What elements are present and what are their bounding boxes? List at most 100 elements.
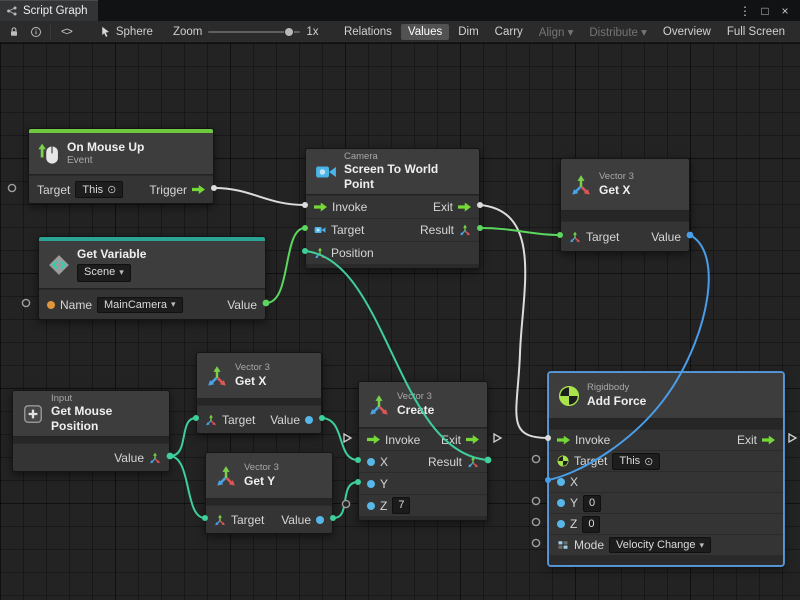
tab-script-graph[interactable]: Script Graph: [0, 0, 98, 21]
align-button[interactable]: Align ▾: [532, 23, 581, 41]
overview-button[interactable]: Overview: [656, 24, 718, 40]
wire-variable-to-target: [266, 228, 305, 303]
variable-scope-dropdown[interactable]: Scene ▾: [77, 264, 131, 282]
dim-button[interactable]: Dim: [451, 24, 485, 40]
node-header: Vector 3 Get X: [561, 159, 689, 211]
result-label: Result: [428, 455, 462, 469]
maximize-icon[interactable]: □: [756, 4, 774, 18]
node-get-y[interactable]: Vector 3 Get Y Target Value: [205, 452, 333, 534]
node-get-mouse-position[interactable]: Input Get Mouse Position Value: [12, 390, 170, 472]
zoom-slider-knob[interactable]: [284, 27, 294, 37]
exit-out-port[interactable]: [466, 435, 479, 444]
script-graph-window: Script Graph ⋮ □ × <> Sphere Zoom 1x Rel…: [0, 0, 800, 600]
target-this-dropdown[interactable]: This ⊙: [75, 181, 123, 198]
invoke-in-port[interactable]: [367, 435, 380, 444]
code-icon[interactable]: <>: [57, 26, 76, 38]
z-input[interactable]: 7: [392, 497, 410, 514]
invoke-in-port[interactable]: [314, 203, 327, 212]
y-label: Y: [380, 477, 388, 491]
scope-value: Scene: [84, 266, 115, 280]
fullscreen-button[interactable]: Full Screen: [720, 24, 792, 40]
menu-icon[interactable]: ⋮: [736, 4, 754, 18]
zoom-slider[interactable]: [208, 31, 300, 33]
node-header: Vector 3 Get X: [197, 353, 321, 399]
y-input[interactable]: 0: [583, 495, 601, 512]
port-ring[interactable]: [532, 497, 539, 504]
port-ring[interactable]: [532, 518, 539, 525]
y-in-port[interactable]: [557, 499, 565, 507]
node-create-vector3[interactable]: Vector 3 Create Invoke Exit X Result: [358, 381, 488, 521]
relations-button[interactable]: Relations: [337, 24, 399, 40]
zoom-value: 1x: [306, 26, 318, 38]
value-out-port[interactable]: [305, 416, 313, 424]
flow-port-triangle[interactable]: [789, 434, 796, 442]
close-icon[interactable]: ×: [776, 4, 794, 18]
variable-name-dropdown[interactable]: MainCamera ▾: [97, 297, 183, 313]
exit-out-port[interactable]: [762, 436, 775, 445]
node-on-mouse-up[interactable]: On Mouse Up Event Target This ⊙ Trigger: [28, 128, 214, 204]
flow-port-triangle[interactable]: [494, 434, 501, 442]
info-icon[interactable]: [28, 24, 44, 40]
node-title: On Mouse Up: [67, 140, 144, 155]
mode-label: Mode: [574, 538, 604, 552]
node-category: Input: [51, 393, 160, 405]
z-in-port[interactable]: [367, 502, 375, 510]
node-category: Camera: [344, 151, 470, 163]
node-add-force[interactable]: Rigidbody Add Force Invoke Exit Target T…: [548, 372, 784, 566]
wire-mousepos-to-gety: [170, 456, 205, 518]
x-in-port[interactable]: [367, 458, 375, 466]
graph-canvas[interactable]: On Mouse Up Event Target This ⊙ Trigger: [0, 43, 800, 600]
value-label: Value: [270, 413, 300, 427]
target-this-value: This: [82, 184, 103, 196]
port-ring[interactable]: [8, 184, 15, 191]
graph-owner[interactable]: Sphere: [100, 26, 153, 38]
node-row: Name MainCamera ▾ Value: [39, 289, 265, 319]
carry-button[interactable]: Carry: [488, 24, 530, 40]
value-label: Value: [114, 451, 144, 465]
wire-gety-value-to-create-y: [333, 482, 358, 518]
lock-icon[interactable]: [6, 24, 22, 40]
wire-exit-to-addforce-invoke: [480, 205, 548, 438]
node-header: Vector 3 Get Y: [206, 453, 332, 499]
z-in-port[interactable]: [557, 520, 565, 528]
invoke-in-port[interactable]: [557, 436, 570, 445]
x-in-port[interactable]: [557, 478, 565, 486]
target-label: Target: [222, 413, 255, 427]
position-label: Position: [331, 246, 374, 260]
object-picker-icon: ⊙: [644, 455, 653, 468]
node-get-variable[interactable]: Get Variable Scene ▾ Name MainCamera ▾ V…: [38, 236, 266, 320]
node-get-x-top[interactable]: Vector 3 Get X Target Value: [560, 158, 690, 252]
port-ring[interactable]: [22, 299, 29, 306]
port-ring[interactable]: [532, 455, 539, 462]
distribute-button[interactable]: Distribute ▾: [582, 23, 654, 41]
exit-out-port[interactable]: [458, 203, 471, 212]
vector3-icon: [368, 394, 390, 416]
flow-port-triangle[interactable]: [344, 434, 351, 442]
mode-dropdown[interactable]: Velocity Change ▾: [609, 537, 711, 553]
node-header: On Mouse Up Event: [29, 133, 213, 175]
node-row: Target Value: [561, 221, 689, 251]
vector3-type-icon: [569, 231, 581, 243]
y-in-port[interactable]: [367, 480, 375, 488]
port-ring[interactable]: [342, 500, 349, 507]
node-screen-to-world-point[interactable]: Camera Screen To World Point Invoke Exit…: [305, 148, 480, 269]
node-row: Value: [13, 443, 169, 471]
node-title: Get Mouse Position: [51, 404, 160, 434]
node-title: Create: [397, 403, 434, 418]
value-out-port[interactable]: [316, 516, 324, 524]
enum-type-icon: [557, 539, 569, 551]
target-label: Target: [231, 513, 264, 527]
node-get-x-mid[interactable]: Vector 3 Get X Target Value: [196, 352, 322, 434]
name-in-port[interactable]: [47, 301, 55, 309]
invoke-label: Invoke: [575, 433, 610, 447]
z-input[interactable]: 0: [582, 516, 600, 533]
wire-result-to-getx-target: [480, 228, 560, 235]
values-button[interactable]: Values: [401, 24, 449, 40]
port-ring[interactable]: [532, 539, 539, 546]
title-bar: Script Graph ⋮ □ ×: [0, 0, 800, 21]
target-this-dropdown[interactable]: This ⊙: [612, 453, 660, 470]
node-category: Vector 3: [599, 171, 634, 183]
trigger-out-port[interactable]: [192, 185, 205, 194]
zoom-label: Zoom: [173, 26, 202, 38]
node-category: Vector 3: [397, 391, 434, 403]
